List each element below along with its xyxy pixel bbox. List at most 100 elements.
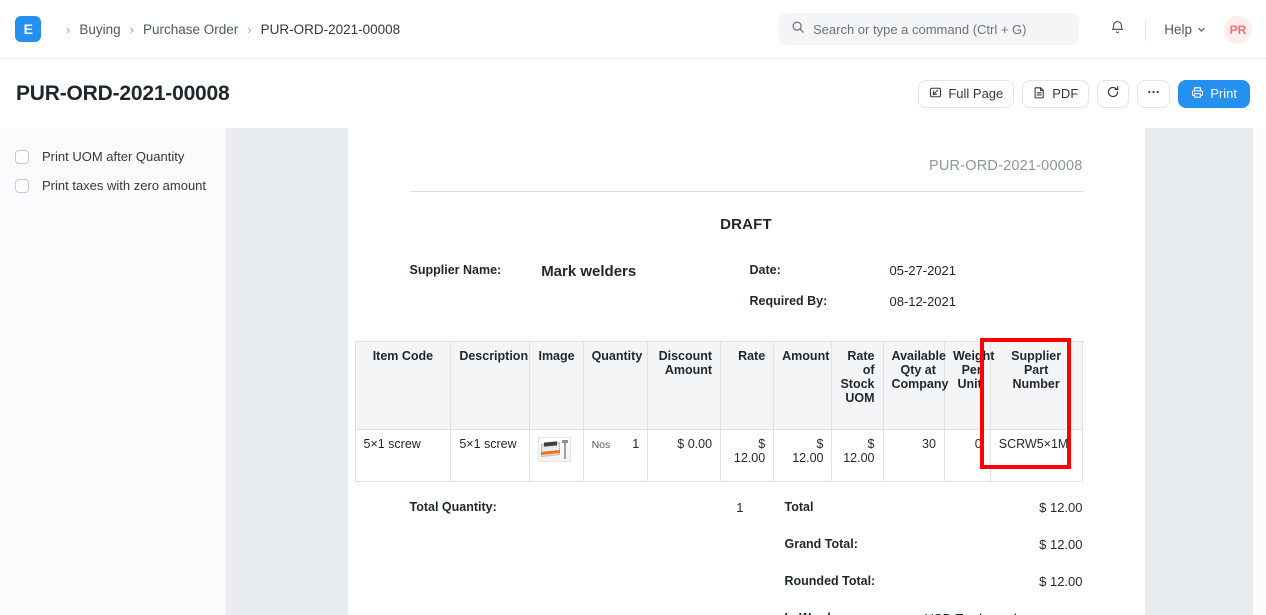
print-button[interactable]: Print [1178,80,1250,108]
column-header-rate: Rate [721,342,774,430]
column-header-discount-amount: Discount Amount [648,342,721,430]
ellipsis-icon [1146,85,1161,102]
totals-section: Total Quantity: 1 Total $ 12.00 Grand To… [410,500,1083,615]
avatar[interactable]: PR [1224,16,1252,44]
totals-right-column: Total $ 12.00 Grand Total: $ 12.00 Round… [752,500,1083,615]
total-label: Total [785,500,814,515]
column-header-image: Image [530,342,583,430]
refresh-button[interactable] [1097,80,1129,108]
navbar-center: Search or type a command (Ctrl + G) [779,13,1079,45]
top-navbar: E › Buying › Purchase Order › PUR-ORD-20… [0,0,1266,59]
notifications-button[interactable] [1101,14,1133,46]
chevron-down-icon [1197,22,1206,37]
navbar-divider [1145,19,1146,41]
breadcrumb-separator: › [247,23,251,36]
column-header-rate-of-stock-uom: Rate of Stock UOM [832,342,883,430]
grand-total-label: Grand Total: [785,537,858,552]
cell-weight-per-unit: 0 [944,430,990,482]
breadcrumb-separator: › [130,23,134,36]
items-table-wrapper: Item Code Description Image Quantity Dis… [410,341,1083,482]
column-header-item-code: Item Code [355,342,451,430]
sidebar-option-print-taxes-with-zero-amount[interactable]: Print taxes with zero amount [0,171,225,200]
breadcrumb-item-buying[interactable]: Buying [79,22,120,37]
cell-supplier-part-number: SCRW5×1M [990,430,1082,482]
rounded-total-value: $ 12.00 [1039,574,1082,589]
date-value: 05-27-2021 [890,263,957,278]
help-label: Help [1164,22,1192,37]
refresh-icon [1106,85,1120,102]
supplier-name-value: Mark welders [541,263,636,325]
totals-row-grand-total: Grand Total: $ 12.00 [785,537,1083,552]
rounded-total-label: Rounded Total: [785,574,876,589]
checkbox-print-taxes-with-zero-amount[interactable] [15,179,29,193]
more-options-button[interactable] [1137,80,1170,108]
checkbox-print-uom-after-quantity[interactable] [15,150,29,164]
pdf-label: PDF [1052,86,1078,101]
page-title: PUR-ORD-2021-00008 [16,82,230,106]
page-body: Print UOM after Quantity Print taxes wit… [0,128,1266,615]
breadcrumb: › Buying › Purchase Order › PUR-ORD-2021… [57,22,400,37]
document-icon [1033,86,1046,102]
cell-discount-amount: $ 0.00 [648,430,721,482]
required-by-row: Required By: 08-12-2021 [750,294,1083,309]
document-meta: Supplier Name: Mark welders Date: 05-27-… [410,263,1083,325]
breadcrumb-item-document[interactable]: PUR-ORD-2021-00008 [261,22,401,37]
print-settings-sidebar: Print UOM after Quantity Print taxes wit… [0,128,226,615]
total-quantity-row: Total Quantity: 1 [410,500,752,615]
app-logo[interactable]: E [15,16,41,42]
bell-icon [1109,19,1126,41]
full-page-label: Full Page [948,86,1003,101]
help-menu-button[interactable]: Help [1158,17,1212,42]
cell-amount: $ 12.00 [774,430,832,482]
column-header-quantity: Quantity [583,342,648,430]
supplier-name-label: Supplier Name: [410,263,502,325]
dates-block: Date: 05-27-2021 Required By: 08-12-2021 [750,263,1083,325]
document-status: DRAFT [410,216,1083,233]
required-by-label: Required By: [750,294,890,309]
column-header-weight-per-unit: Weight Per Unit [944,342,990,430]
breadcrumb-separator: › [66,23,70,36]
document-divider [410,191,1083,192]
breadcrumb-item-purchase-order[interactable]: Purchase Order [143,22,238,37]
full-page-button[interactable]: Full Page [918,80,1014,108]
page-header: PUR-ORD-2021-00008 Full Page [0,59,1266,128]
column-header-supplier-part-number: Supplier Part Number [990,342,1082,430]
page-actions: Full Page PDF [918,80,1250,108]
navbar-left: E › Buying › Purchase Order › PUR-ORD-20… [0,16,400,42]
expand-icon [929,86,942,102]
print-preview-area[interactable]: PUR-ORD-2021-00008 DRAFT Supplier Name: … [226,128,1266,615]
preview-scrollbar[interactable] [1253,128,1266,615]
printer-icon [1191,86,1204,102]
cell-quantity: Nos 1 [583,430,648,482]
cell-available-qty-at-company: 30 [883,430,944,482]
cell-quantity-value: 1 [632,437,639,451]
items-table-header-row: Item Code Description Image Quantity Dis… [355,342,1082,430]
required-by-value: 08-12-2021 [890,294,957,309]
print-document: PUR-ORD-2021-00008 DRAFT Supplier Name: … [348,128,1145,615]
cell-description: 5×1 screw [451,430,530,482]
pdf-button[interactable]: PDF [1022,80,1089,108]
date-label: Date: [750,263,890,278]
total-quantity-label: Total Quantity: [410,500,497,615]
grand-total-value: $ 12.00 [1039,537,1082,552]
cell-item-code: 5×1 screw [355,430,451,482]
date-row: Date: 05-27-2021 [750,263,1083,278]
items-table: Item Code Description Image Quantity Dis… [355,341,1083,482]
document-id: PUR-ORD-2021-00008 [410,158,1083,174]
search-placeholder: Search or type a command (Ctrl + G) [813,22,1027,37]
totals-row-total: Total $ 12.00 [785,500,1083,515]
cell-rate-of-stock-uom: $ 12.00 [832,430,883,482]
supplier-block: Supplier Name: Mark welders [410,263,750,325]
column-header-description: Description [451,342,530,430]
in-words-label: In Words: [785,611,925,615]
sidebar-option-label: Print UOM after Quantity [42,149,184,164]
print-label: Print [1210,86,1237,101]
cell-image [530,430,583,482]
total-quantity-value: 1 [736,500,743,615]
in-words-value: USD Twelve only. [925,611,1026,615]
search-icon [791,20,805,39]
cell-rate: $ 12.00 [721,430,774,482]
navbar-right: Help PR [1101,0,1252,59]
search-input[interactable]: Search or type a command (Ctrl + G) [779,13,1079,45]
sidebar-option-print-uom-after-quantity[interactable]: Print UOM after Quantity [0,142,225,171]
